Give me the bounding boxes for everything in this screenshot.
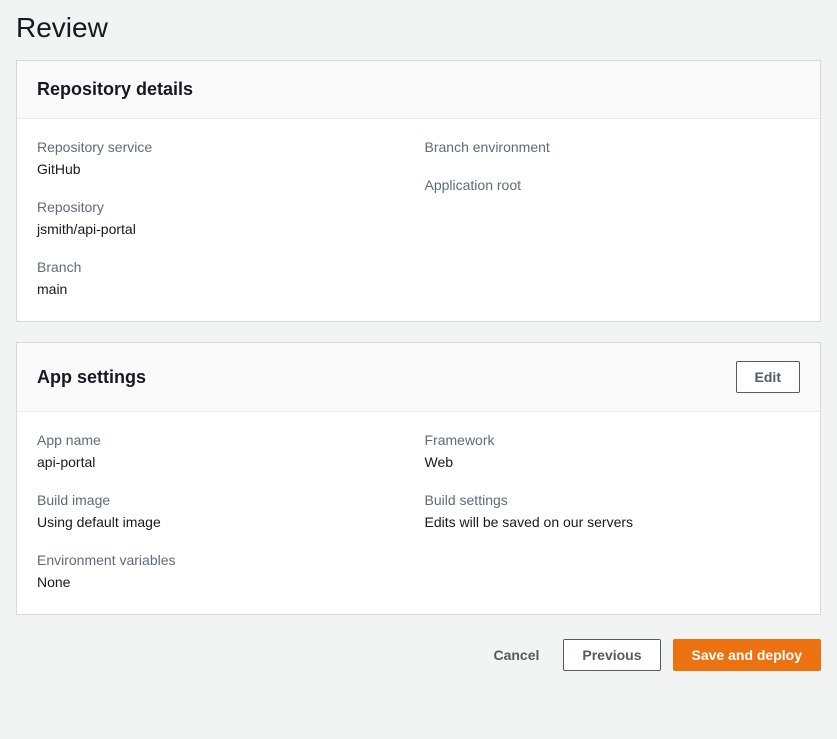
build-settings-value: Edits will be saved on our servers [425, 514, 801, 530]
branch-environment-label: Branch environment [425, 139, 801, 155]
repository-service-value: GitHub [37, 161, 413, 177]
app-settings-body: App name api-portal Build image Using de… [17, 412, 820, 614]
footer-actions: Cancel Previous Save and deploy [16, 635, 821, 671]
application-root-label: Application root [425, 177, 801, 193]
app-settings-right-column: Framework Web Build settings Edits will … [413, 432, 801, 590]
app-settings-left-column: App name api-portal Build image Using de… [37, 432, 413, 590]
app-name-label: App name [37, 432, 413, 448]
application-root-field: Application root [425, 177, 801, 193]
edit-button[interactable]: Edit [736, 361, 800, 393]
environment-variables-label: Environment variables [37, 552, 413, 568]
app-name-field: App name api-portal [37, 432, 413, 470]
repository-name-label: Repository [37, 199, 413, 215]
repository-details-header: Repository details [17, 61, 820, 119]
framework-field: Framework Web [425, 432, 801, 470]
build-image-label: Build image [37, 492, 413, 508]
previous-button[interactable]: Previous [563, 639, 660, 671]
repository-details-panel: Repository details Repository service Gi… [16, 60, 821, 322]
branch-value: main [37, 281, 413, 297]
app-settings-header: App settings Edit [17, 343, 820, 412]
build-settings-field: Build settings Edits will be saved on ou… [425, 492, 801, 530]
repository-name-field: Repository jsmith/api-portal [37, 199, 413, 237]
repository-service-field: Repository service GitHub [37, 139, 413, 177]
repository-details-right-column: Branch environment Application root [413, 139, 801, 297]
branch-environment-field: Branch environment [425, 139, 801, 155]
branch-label: Branch [37, 259, 413, 275]
environment-variables-field: Environment variables None [37, 552, 413, 590]
cancel-button[interactable]: Cancel [481, 639, 551, 671]
app-settings-heading: App settings [37, 367, 146, 388]
framework-value: Web [425, 454, 801, 470]
app-name-value: api-portal [37, 454, 413, 470]
build-image-value: Using default image [37, 514, 413, 530]
page-title: Review [16, 12, 821, 44]
branch-field: Branch main [37, 259, 413, 297]
repository-details-heading: Repository details [37, 79, 193, 100]
repository-details-body: Repository service GitHub Repository jsm… [17, 119, 820, 321]
repository-service-label: Repository service [37, 139, 413, 155]
repository-name-value: jsmith/api-portal [37, 221, 413, 237]
save-and-deploy-button[interactable]: Save and deploy [673, 639, 821, 671]
framework-label: Framework [425, 432, 801, 448]
build-settings-label: Build settings [425, 492, 801, 508]
repository-details-left-column: Repository service GitHub Repository jsm… [37, 139, 413, 297]
build-image-field: Build image Using default image [37, 492, 413, 530]
app-settings-panel: App settings Edit App name api-portal Bu… [16, 342, 821, 615]
environment-variables-value: None [37, 574, 413, 590]
